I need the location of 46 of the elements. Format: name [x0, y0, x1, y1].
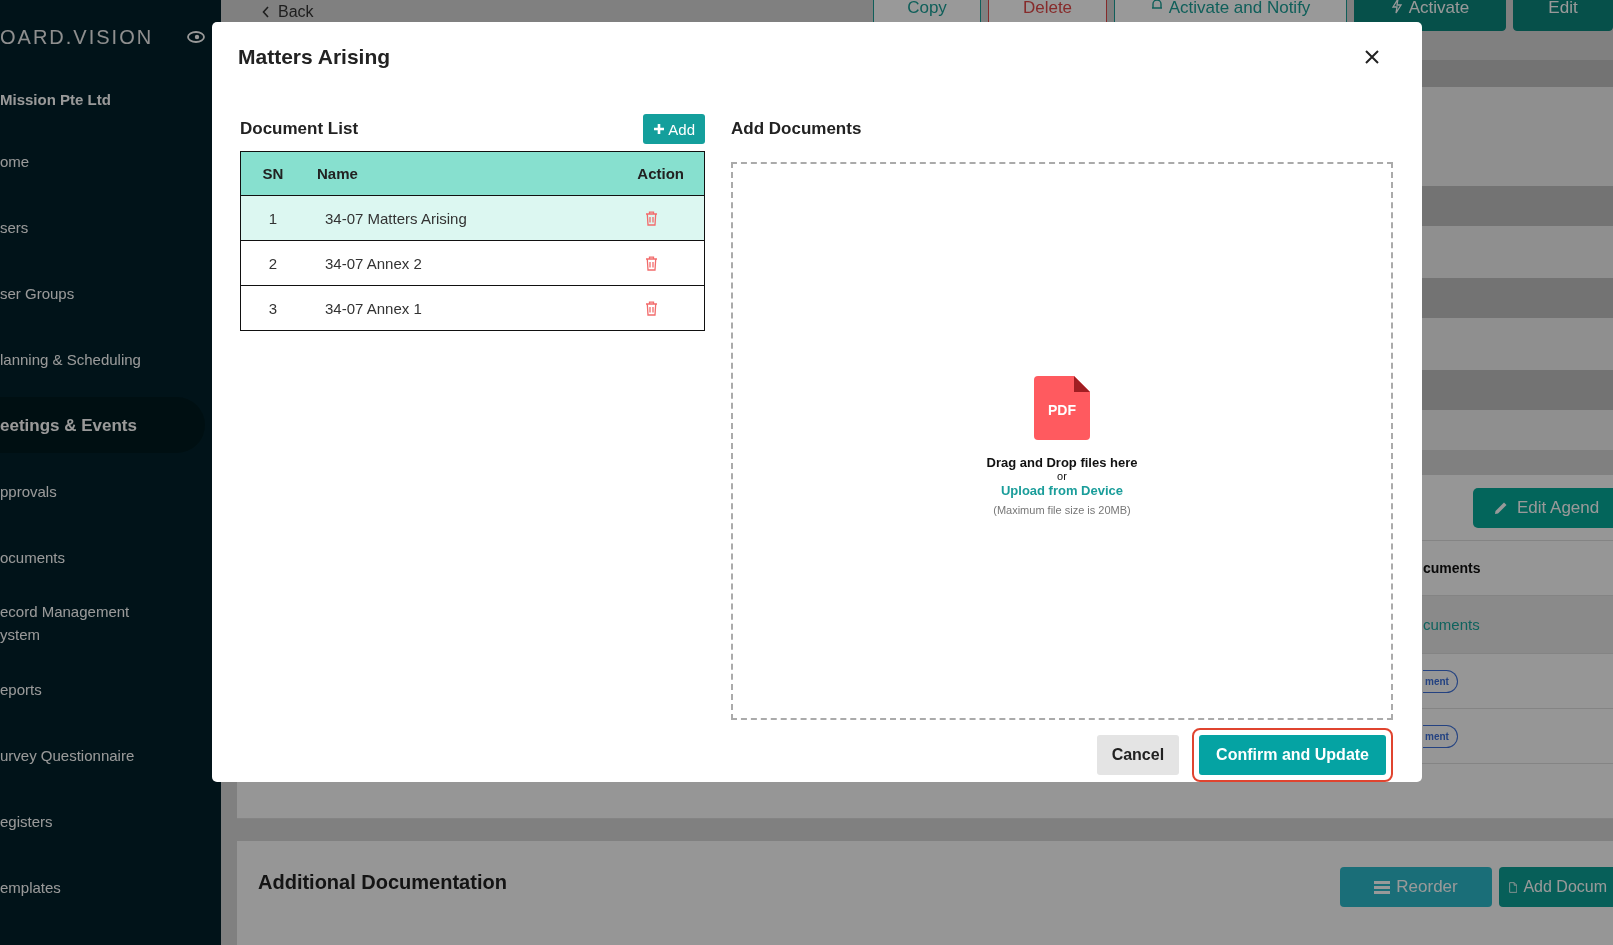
section-heading: Document List — [240, 119, 359, 139]
sidebar-item[interactable]: egisters — [0, 788, 205, 854]
table-cell-text: 34-07 Annex 1 — [324, 299, 423, 317]
sidebar-item[interactable]: ome — [0, 128, 205, 194]
column-header: Name — [316, 165, 359, 182]
chevron-left-icon — [262, 6, 270, 18]
trash-icon[interactable] — [644, 255, 658, 271]
or-text: or — [1057, 470, 1067, 482]
table-cell-text: 3 — [267, 299, 279, 317]
section-title: Additional Documentation — [258, 871, 507, 894]
eye-icon[interactable] — [187, 31, 205, 43]
sidebar-item[interactable]: sers — [0, 194, 205, 260]
sidebar-item[interactable]: pprovals — [0, 458, 205, 524]
sidebar-item[interactable]: lanning & Scheduling — [0, 326, 205, 392]
table-cell-text: 34-07 Annex 2 — [324, 254, 423, 272]
pdf-file-icon: PDF — [1034, 376, 1090, 440]
back-link[interactable]: Back — [262, 3, 314, 21]
drop-instruction: Drag and Drop files here — [986, 455, 1138, 470]
size-note: (Maximum file size is 20MB) — [993, 504, 1131, 516]
organization-name: Mission Pte Ltd — [0, 89, 112, 110]
logo-text: OARD.VISION — [0, 25, 154, 49]
drop-zone[interactable]: PDF Drag and Drop files here or Upload from Device (Maximum file size is 20MB) — [731, 162, 1393, 720]
table-cell-text: 1 — [267, 209, 279, 227]
plus-icon — [653, 123, 666, 135]
sidebar-item[interactable]: ser Groups — [0, 260, 205, 326]
column-header: SN — [261, 165, 285, 182]
section-heading: cuments — [1423, 560, 1481, 576]
sidebar-item[interactable]: emplates — [0, 854, 205, 920]
column-header: Action — [636, 165, 685, 182]
lightning-icon — [1390, 0, 1403, 14]
trash-icon[interactable] — [644, 210, 658, 226]
table-row[interactable]: 1 34-07 Matters Arising — [241, 196, 704, 241]
close-icon[interactable] — [1364, 49, 1380, 65]
sidebar-item[interactable]: eports — [0, 656, 205, 722]
bell-icon — [1150, 0, 1163, 12]
cancel-button[interactable]: Cancel — [1096, 735, 1180, 775]
table-cell-text: 2 — [267, 254, 279, 272]
sidebar-item[interactable]: eetings & Events — [0, 397, 205, 453]
sidebar-item[interactable]: ecord Management ystem — [0, 590, 205, 656]
trash-icon[interactable] — [644, 300, 658, 316]
section-heading: Add Documents — [731, 119, 862, 139]
list-icon — [1374, 880, 1391, 894]
sidebar-item[interactable]: ocuments — [0, 524, 205, 590]
dialog-title: Matters Arising — [238, 45, 391, 69]
table-cell-text: 34-07 Matters Arising — [324, 209, 468, 227]
sidebar-item[interactable]: urvey Questionnaire — [0, 722, 205, 788]
